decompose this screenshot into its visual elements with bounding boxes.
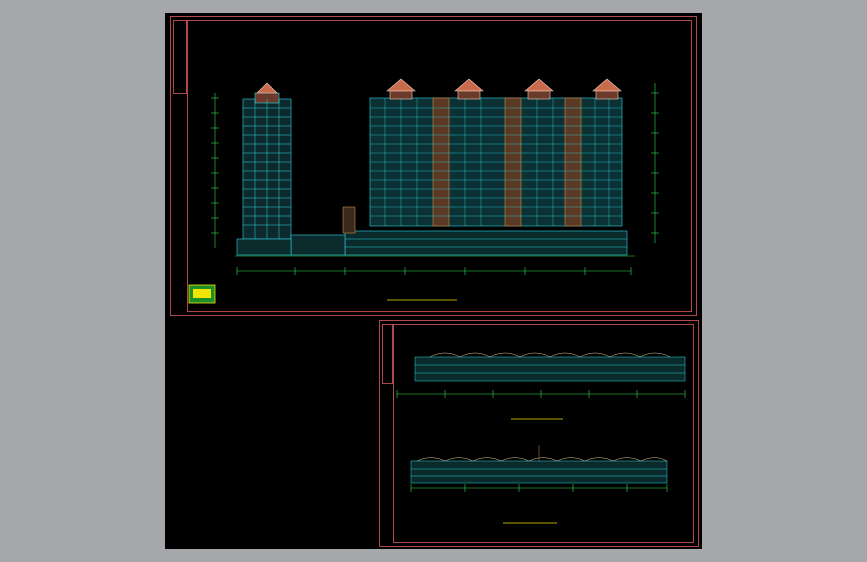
ground-and-dimension-line: [235, 255, 635, 275]
cad-drawing-canvas[interactable]: [165, 13, 702, 549]
right-level-markers: [651, 83, 659, 243]
elevation-2b: [410, 445, 668, 484]
left-level-markers: [211, 93, 219, 248]
main-tower-roof-pavilions: [386, 78, 622, 100]
main-tower-floor-lines: [370, 98, 622, 226]
elevation-2a-dimension: [396, 390, 686, 398]
cad-linework: [188, 78, 686, 524]
elevation-2a: [414, 352, 686, 382]
elevation-2b-dimension: [410, 484, 668, 492]
cad-logo-icon: [188, 284, 216, 304]
